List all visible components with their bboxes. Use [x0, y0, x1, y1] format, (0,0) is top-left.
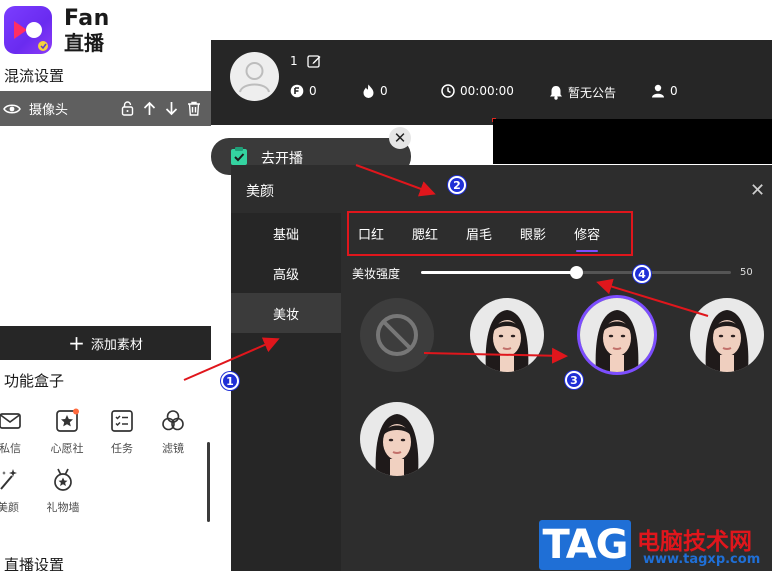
annotation-badge-4: 4	[633, 265, 651, 283]
watermark-logo: TAG	[539, 520, 631, 570]
annotation-arrows	[183, 164, 709, 381]
annotation-badge-2: 2	[448, 176, 466, 194]
annotation-badge-1: 1	[221, 372, 239, 390]
site-watermark: TAG 电脑技术网 www.tagxp.com	[537, 518, 772, 571]
arrow-4	[596, 278, 709, 317]
arrow-2	[355, 164, 436, 197]
annotation-badge-3: 3	[565, 371, 583, 389]
arrow-3	[423, 347, 568, 364]
watermark-site-name: 电脑技术网	[637, 529, 752, 555]
watermark-url: www.tagxp.com	[643, 552, 761, 567]
